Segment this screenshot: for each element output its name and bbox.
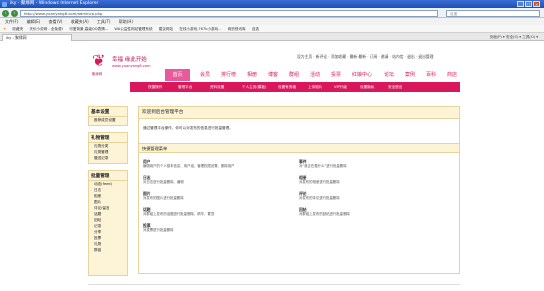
quick-item-desc: 对投票进行批量删除 — [143, 228, 174, 232]
nav-item[interactable]: 相册 — [247, 71, 257, 78]
ie-icon — [2, 1, 7, 7]
sub-nav: 快捷操作 管理平台 资料设置 个人主页(模板) 设置有资格 上传相片 VIP升级… — [130, 82, 460, 92]
sidebar-group-basic: 基本设置 推荐成员设置 — [88, 106, 128, 126]
nav-item[interactable]: 商店 — [447, 71, 457, 78]
subnav-item[interactable]: 管理平台 — [178, 82, 192, 92]
sidebar-link[interactable]: 推荐成员设置 — [89, 117, 127, 123]
favorites-star-icon: ★ — [3, 27, 7, 31]
admin-sidebar: 基本设置 推荐成员设置 礼物管理 礼物分类 礼物管理 赠送记录 批量管理 动态(… — [88, 106, 128, 276]
menu-bar: 文件(F) 编辑(E) 查看(V) 收藏夹(A) 工具(T) 帮助(H) — [0, 18, 544, 25]
subnav-item[interactable]: 资料设置 — [210, 82, 224, 92]
sidebar-link[interactable]: 赠送记录 — [89, 155, 127, 161]
menu-view[interactable]: 查看(V) — [49, 19, 63, 24]
favorite-link[interactable]: 天价小说网 - 全免费! — [29, 27, 63, 31]
quick-item-pictures[interactable]: 图片 对发布的图片进行批量删除 — [143, 191, 283, 201]
logo-sub: 聚缘网 — [92, 72, 103, 76]
maximize-button[interactable]: □ — [525, 1, 532, 7]
admin-main-panel: 欢迎到后台管理平台 通过管理平台操作，你可以对发布的信息进行批量管理。 快捷管理… — [138, 106, 460, 274]
nav-item[interactable]: 论坛 — [384, 71, 394, 78]
menu-help[interactable]: 帮助(H) — [119, 19, 133, 24]
quick-item-events[interactable]: 事件 对“我正在做什么”进行批量删除 — [299, 159, 439, 169]
subnav-item[interactable]: 上传相片 — [308, 82, 322, 92]
subnav-item[interactable]: 快捷操作 — [148, 82, 162, 92]
tab-bar: iky - 聚缘网 页面(P) ▾ 安全(S) ▾ 工具(O) ▾ — [0, 33, 544, 41]
main-nav: 首页 会员 排行榜 相册 博客 群组 活动 投票 红娘中心 论坛 案例 百科 商… — [165, 69, 460, 81]
minimize-button[interactable]: _ — [517, 1, 524, 7]
logo-name: 幸福 缘此开始 — [112, 57, 147, 63]
favorite-link[interactable]: WA公益性网站管理系统 — [114, 27, 152, 31]
nav-item[interactable]: 会员 — [200, 71, 210, 78]
close-button[interactable]: × — [533, 1, 540, 7]
sidebar-group-title: 礼物管理 — [89, 133, 127, 143]
subnav-item[interactable]: 安全退出 — [388, 82, 402, 92]
quick-item-desc: 对群组上发布的话题进行批量删除、精华、置顶 — [143, 212, 215, 216]
favorites-label[interactable]: 收藏夹 — [12, 27, 23, 31]
search-field[interactable]: 百度 — [446, 9, 540, 17]
quick-item-topics[interactable]: 话题 对群组上发布的话题进行批量删除、精华、置顶 — [143, 207, 283, 217]
command-bar[interactable]: 页面(P) ▾ 安全(S) ▾ 工具(O) ▾ — [490, 34, 538, 41]
quick-item-desc: 对群组上发布的回帖进行批量删除 — [299, 212, 350, 216]
nav-item[interactable]: 百科 — [426, 71, 436, 78]
quick-item-desc: 对发布的图片进行批量删除 — [143, 196, 184, 200]
nav-item[interactable]: 活动 — [310, 71, 320, 78]
quick-item-desc: 对发布的评论进行批量删除 — [299, 196, 340, 200]
quick-item-comments[interactable]: 评论 对发布的评论进行批量删除 — [299, 191, 439, 201]
panel-title: 欢迎到后台管理平台 — [139, 107, 459, 119]
sidebar-group-gifts: 礼物管理 礼物分类 礼物管理 赠送记录 — [88, 132, 128, 164]
footer-divider — [88, 284, 460, 285]
nav-item[interactable]: 博客 — [268, 71, 278, 78]
quick-item-albums[interactable]: 相册 对发布的相册进行批量删除 — [299, 175, 439, 185]
subnav-item[interactable]: 设置有资格 — [278, 82, 296, 92]
favorite-link[interactable]: 网页快讯库 — [228, 27, 246, 31]
quick-item-desc: 对“我正在做什么”进行批量删除 — [299, 164, 347, 168]
window-title: iky - 聚缘网 - Windows Internet Explorer — [10, 1, 99, 6]
nav-item[interactable]: 红娘中心 — [352, 71, 372, 78]
window-titlebar: iky - 聚缘网 - Windows Internet Explorer _ … — [0, 0, 544, 8]
subnav-item[interactable]: 设置隐私 — [360, 82, 374, 92]
quick-item-users[interactable]: 用户 编辑用户的个人基本信息、用户组、管理权限设置、删除用户 — [143, 159, 283, 169]
menu-edit[interactable]: 编辑(E) — [27, 19, 41, 24]
menu-file[interactable]: 文件(F) — [5, 19, 18, 24]
logo-domain: www.yuanyang8.com — [112, 64, 151, 68]
favorites-bar: ★ 收藏夹 天价小说网 - 全免费! 可爱背景,高级QQ表情... WA公益性网… — [0, 25, 544, 33]
favorite-link[interactable]: 建议网站 — [159, 27, 173, 31]
quick-item-replies[interactable]: 回帖 对群组上发布的回帖进行批量删除 — [299, 207, 439, 217]
sidebar-link[interactable]: 群组 — [89, 247, 127, 253]
quick-item-desc: 对日志进行批量删除、编辑 — [143, 180, 184, 184]
url-field[interactable]: http://www.yuanyang8.com/admincp.php — [20, 9, 438, 17]
sidebar-group-title: 基本设置 — [89, 107, 127, 117]
site-logo[interactable]: ❦ 幸福 缘此开始 www.yuanyang8.com 聚缘网 — [90, 51, 160, 83]
favorite-link[interactable]: 自选 — [252, 27, 259, 31]
panel-intro: 通过管理平台操作，你可以对发布的信息进行批量管理。 — [143, 126, 233, 130]
nav-home[interactable]: 首页 — [165, 69, 190, 81]
heart-logo-icon: ❦ — [92, 51, 106, 70]
menu-favorites[interactable]: 收藏夹(A) — [71, 19, 89, 24]
page: ❦ 幸福 缘此开始 www.yuanyang8.com 聚缘网 设为主页 · 新… — [0, 41, 544, 291]
nav-item[interactable]: 排行榜 — [221, 71, 236, 78]
address-bar: ‹ › http://www.yuanyang8.com/admincp.php… — [0, 8, 544, 18]
nav-item[interactable]: 投票 — [331, 71, 341, 78]
quick-item-desc: 对发布的相册进行批量删除 — [299, 180, 340, 184]
nav-item[interactable]: 群组 — [289, 71, 299, 78]
back-button[interactable]: ‹ — [2, 9, 9, 17]
quick-item-polls[interactable]: 投票 对投票进行批量删除 — [143, 223, 283, 233]
quick-menu-title: 快捷管理菜单 — [139, 143, 459, 153]
browser-tab[interactable]: iky - 聚缘网 — [2, 34, 72, 41]
quick-item-desc: 编辑用户的个人基本信息、用户组、管理权限设置、删除用户 — [143, 164, 235, 168]
forward-button[interactable]: › — [11, 9, 18, 17]
nav-item[interactable]: 案例 — [405, 71, 415, 78]
subnav-item[interactable]: VIP升级 — [334, 82, 347, 92]
top-links[interactable]: 设为主页 · 新评论 · 添加收藏 · 最新·最新 · 订阅 · 邀请 · 站内… — [297, 54, 433, 60]
quick-item-blog[interactable]: 日志 对日志进行批量删除、编辑 — [143, 175, 283, 185]
favorite-link[interactable]: 可爱背景,高级QQ表情... — [69, 27, 108, 31]
favorite-link[interactable]: 在线小游戏,767k小游戏... — [179, 27, 221, 31]
sidebar-group-title: 批量管理 — [89, 171, 127, 181]
sidebar-group-batch: 批量管理 动态(feed) 日志 相册 图片 评论/留言 话题 回帖 记录 分享… — [88, 170, 128, 276]
subnav-item[interactable]: 个人主页(模板) — [242, 82, 266, 92]
menu-tools[interactable]: 工具(T) — [97, 19, 111, 24]
